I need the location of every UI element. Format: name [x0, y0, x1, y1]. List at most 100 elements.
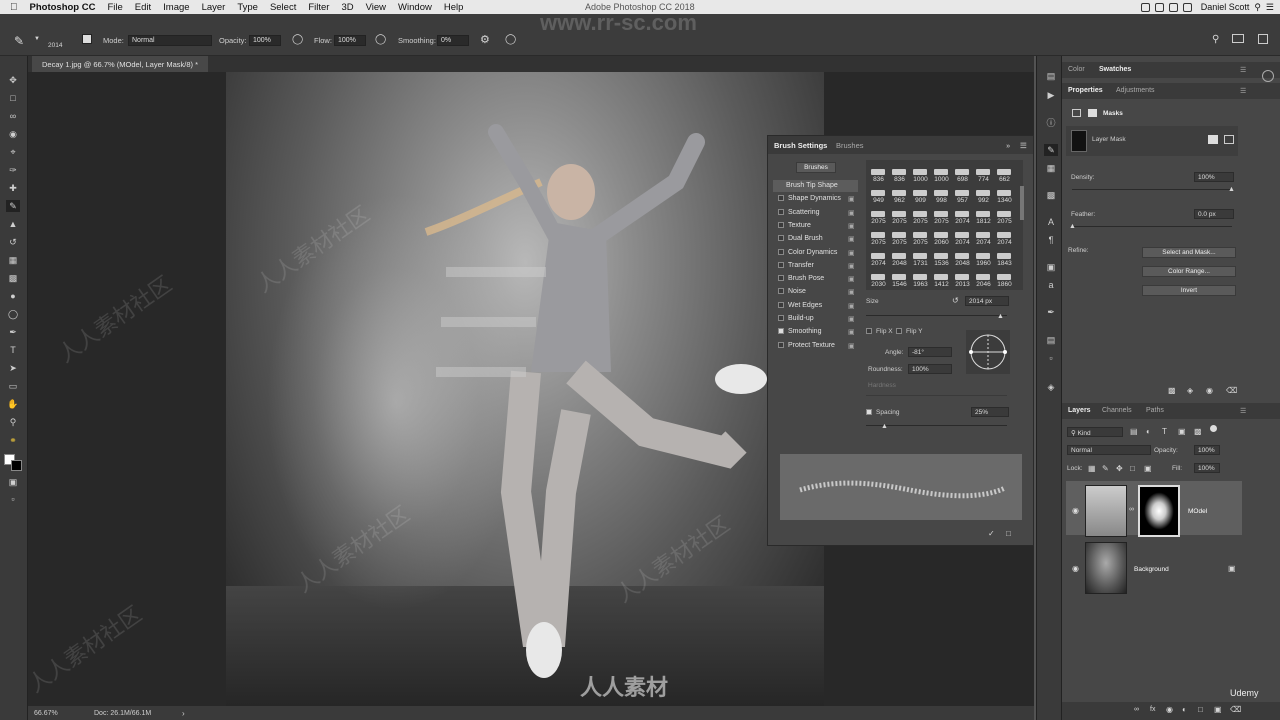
tab-properties[interactable]: Properties [1068, 87, 1103, 94]
zoom-level[interactable]: 66.67% [34, 710, 58, 717]
group-icon[interactable]: □ [1198, 705, 1203, 714]
density-slider[interactable] [1072, 189, 1232, 190]
brush-tip-preset[interactable]: 2048 [890, 253, 909, 267]
smoothing-input[interactable]: 0% [437, 35, 469, 46]
brush-tip-preset[interactable]: 2048 [953, 253, 972, 267]
lock-icon[interactable]: ▣ [848, 342, 855, 350]
apply-mask-icon[interactable]: ◈ [1187, 386, 1193, 395]
checkbox[interactable] [778, 328, 784, 335]
brush-tip-preset[interactable]: 1536 [932, 253, 951, 267]
layer-opacity-input[interactable]: 100% [1194, 445, 1220, 455]
filter-type-icon[interactable]: T [1162, 427, 1167, 436]
brush-tip-preset[interactable]: 1000 [932, 169, 951, 183]
brush-size-readout[interactable]: 2014 [48, 42, 62, 49]
mask-icon[interactable] [1088, 109, 1097, 117]
move-icon[interactable]: ✥ [6, 74, 20, 86]
pressure-opacity-icon[interactable]: ◯ [292, 34, 303, 45]
crop-icon[interactable]: ⌖ [6, 146, 20, 158]
brush-setting-transfer[interactable]: Transfer [778, 261, 814, 269]
battery-icon[interactable] [1182, 2, 1192, 12]
fill-input[interactable]: 100% [1194, 463, 1220, 473]
brush-tip-preset[interactable]: 962 [890, 190, 909, 204]
apple-icon[interactable]:  [0, 2, 24, 13]
angle-input[interactable]: -81° [908, 347, 952, 357]
size-input[interactable]: 2014 px [965, 296, 1009, 306]
layer-row[interactable]: ◉ Background ▣ [1066, 538, 1242, 594]
lock-icon[interactable]: ▣ [848, 302, 855, 310]
pixel-mask-icon[interactable] [1072, 109, 1081, 117]
angle-roundness-widget[interactable] [966, 330, 1010, 374]
filter-kind-select[interactable]: ⚲ Kind [1067, 427, 1123, 437]
layer-mask-row[interactable]: Layer Mask [1066, 126, 1238, 156]
checkbox[interactable] [778, 301, 784, 308]
type-icon[interactable]: T [6, 344, 20, 356]
eyedropper-icon[interactable]: ✑ [6, 164, 20, 176]
character-icon[interactable]: A [1044, 216, 1058, 228]
hand-icon[interactable]: ✋ [6, 398, 20, 410]
paragraph-icon[interactable]: ¶ [1044, 234, 1058, 246]
eye-icon[interactable]: ◉ [1072, 564, 1079, 573]
brush-tip-preset[interactable]: 2075 [911, 211, 930, 225]
banana-icon[interactable]: ⚭ [6, 434, 20, 446]
shape-icon[interactable]: ▭ [6, 380, 20, 392]
brush-tip-preset[interactable]: 1860 [995, 274, 1014, 288]
tab-paths[interactable]: Paths [1146, 407, 1164, 414]
brush-tip-preset[interactable]: 2074 [953, 211, 972, 225]
brush-presets-icon[interactable]: ▦ [1044, 162, 1058, 174]
menu-select[interactable]: Select [264, 2, 302, 13]
glyphs-icon[interactable]: a [1044, 279, 1058, 291]
brush-setting-scattering[interactable]: Scattering [778, 208, 820, 216]
menu-file[interactable]: File [101, 2, 128, 13]
menu-help[interactable]: Help [438, 2, 470, 13]
lock-image-icon[interactable]: ✎ [1102, 464, 1109, 473]
reset-size-icon[interactable]: ↺ [952, 296, 959, 305]
lock-transparent-icon[interactable]: ▦ [1088, 464, 1096, 473]
brush-setting-build-up[interactable]: Build-up [778, 315, 814, 322]
brush-tool-icon[interactable]: ✎ [14, 34, 24, 48]
tab-channels[interactable]: Channels [1102, 407, 1132, 414]
menu-3d[interactable]: 3D [335, 2, 359, 13]
brush-setting-wet-edges[interactable]: Wet Edges [778, 301, 822, 309]
blend-mode-select[interactable]: Normal [1067, 445, 1151, 455]
filter-adjustment-icon[interactable]: ◐ [1146, 427, 1151, 436]
brush-tip-preset[interactable]: 1412 [932, 274, 951, 288]
healing-icon[interactable]: ✚ [6, 182, 20, 194]
creative-cloud-icon[interactable] [1154, 2, 1164, 12]
brush-tip-preset[interactable]: 909 [911, 190, 930, 204]
brush-tip-preset[interactable]: 998 [932, 190, 951, 204]
trash-icon[interactable]: ⌫ [1226, 386, 1237, 395]
dropbox-icon[interactable] [1140, 2, 1150, 12]
menu-layer[interactable]: Layer [196, 2, 232, 13]
menu-list-icon[interactable]: ☰ [1266, 2, 1274, 13]
flow-input[interactable]: 100% [334, 35, 366, 46]
brush-tip-preset[interactable]: 2075 [995, 211, 1014, 225]
filter-toggle-icon[interactable] [1210, 425, 1217, 432]
opacity-input[interactable]: 100% [249, 35, 281, 46]
paths-icon[interactable]: ✒ [1044, 306, 1058, 318]
pen-icon[interactable]: ✒ [6, 326, 20, 338]
brush-settings-icon[interactable]: ✎ [1044, 144, 1058, 156]
background-color-swatch[interactable] [11, 460, 22, 471]
lock-position-icon[interactable]: ✥ [1116, 464, 1123, 473]
eye-icon[interactable]: ◉ [1206, 386, 1213, 395]
brush-tip-preset[interactable]: 698 [953, 169, 972, 183]
select-pixel-mask-icon[interactable] [1208, 135, 1218, 144]
quick-select-icon[interactable]: ◉ [6, 128, 20, 140]
lock-icon[interactable]: ▣ [848, 235, 855, 243]
invert-button[interactable]: Invert [1142, 285, 1236, 296]
menu-edit[interactable]: Edit [129, 2, 157, 13]
brush-tip-preset[interactable]: 2074 [869, 253, 888, 267]
link-layers-icon[interactable]: ∞ [1134, 706, 1139, 713]
menu-filter[interactable]: Filter [302, 2, 335, 13]
cc-libraries-icon[interactable] [1262, 70, 1274, 82]
brush-tip-preset[interactable]: 774 [974, 169, 993, 183]
gradient-icon[interactable]: ▩ [6, 272, 20, 284]
checkbox[interactable] [778, 208, 784, 215]
wifi-icon[interactable] [1168, 2, 1178, 12]
brush-tip-preset[interactable]: 2075 [869, 211, 888, 225]
tab-color[interactable]: Color [1068, 66, 1085, 73]
screen-mode-icon[interactable]: ▫ [6, 493, 20, 505]
lock-icon[interactable]: ▣ [848, 262, 855, 270]
brush-tip-preset[interactable]: 2075 [890, 211, 909, 225]
spacing-slider-handle[interactable]: ▲ [881, 423, 888, 430]
